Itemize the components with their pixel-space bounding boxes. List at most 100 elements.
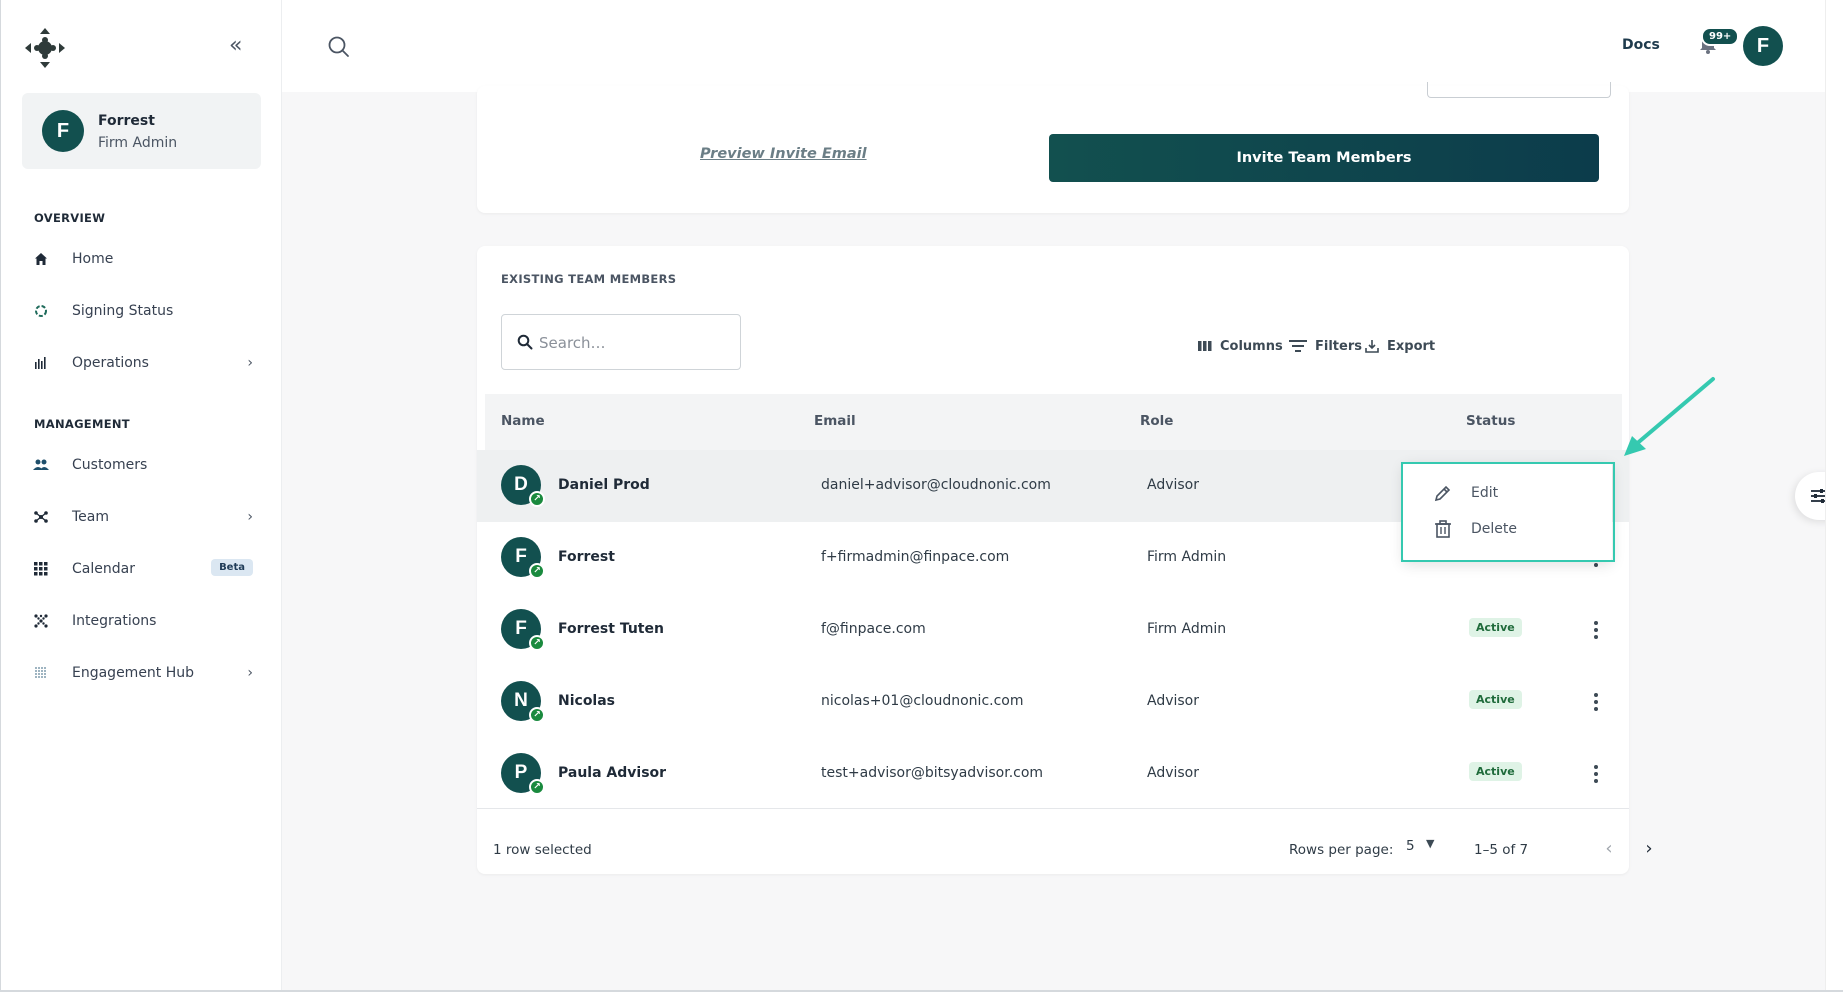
sidebar-item-home[interactable]: Home (31, 243, 253, 275)
table-row[interactable]: N ↗ Nicolas nicolas+01@cloudnonic.com Ad… (477, 666, 1629, 738)
operations-icon (31, 353, 51, 373)
caret-down-icon: ▼ (1426, 837, 1435, 850)
chevron-right-icon: › (1645, 837, 1653, 859)
app-logo[interactable] (23, 26, 67, 70)
column-header-role[interactable]: Role (1140, 413, 1173, 429)
sidebar-item-label: Team (72, 509, 110, 525)
table-header: Name Email Role Status (485, 394, 1622, 450)
engagement-hub-icon (31, 663, 51, 683)
search-icon[interactable] (327, 35, 351, 59)
external-link-icon: ↗ (529, 491, 545, 507)
annotation-highlight-box (1401, 462, 1615, 562)
rows-per-page-select[interactable]: 5 ▼ (1406, 837, 1442, 860)
columns-label: Columns (1220, 338, 1283, 354)
member-name: Forrest Tuten (558, 621, 664, 637)
rows-per-page-value: 5 (1406, 838, 1415, 854)
sidebar-item-team[interactable]: Team › (31, 501, 253, 533)
scrollbar[interactable] (1825, 0, 1843, 992)
column-header-name[interactable]: Name (501, 413, 545, 429)
rows-selected-text: 1 row selected (493, 842, 592, 858)
chevron-right-icon: › (247, 355, 253, 371)
member-email: test+advisor@bitsyadvisor.com (821, 765, 1044, 781)
sidebar-item-calendar[interactable]: Calendar Beta (31, 553, 253, 585)
rows-per-page-label: Rows per page: (1289, 842, 1394, 858)
filters-label: Filters (1315, 338, 1362, 354)
export-icon (1365, 340, 1379, 353)
table-search (501, 314, 741, 370)
member-name: Daniel Prod (558, 477, 650, 493)
sidebar-item-label: Calendar (72, 561, 135, 577)
table-footer-divider (477, 808, 1629, 809)
user-name: Forrest (98, 113, 155, 129)
sidebar-item-label: Integrations (72, 613, 157, 629)
status-badge: Active (1469, 762, 1522, 781)
member-name: Nicolas (558, 693, 616, 709)
chevron-right-icon: › (247, 665, 253, 681)
user-role: Firm Admin (98, 135, 178, 151)
sidebar: « F Forrest Firm Admin OVERVIEW Home Sig… (0, 0, 282, 992)
section-management: MANAGEMENT (34, 417, 130, 431)
search-input[interactable] (539, 331, 729, 355)
integrations-icon (31, 611, 51, 631)
chevron-left-icon: ‹ (1605, 837, 1613, 859)
annotation-arrow-icon (1624, 377, 1715, 456)
member-name: Paula Advisor (558, 765, 667, 781)
docs-link[interactable]: Docs (1622, 37, 1660, 53)
member-name: Forrest (558, 549, 615, 565)
column-header-status[interactable]: Status (1466, 413, 1515, 429)
sidebar-item-customers[interactable]: Customers (31, 449, 253, 481)
table-row[interactable]: P ↗ Paula Advisor test+advisor@bitsyadvi… (477, 738, 1629, 810)
more-vertical-icon[interactable] (1588, 618, 1604, 642)
team-icon (31, 507, 51, 527)
app-window: « F Forrest Firm Admin OVERVIEW Home Sig… (0, 0, 1843, 992)
sidebar-item-integrations[interactable]: Integrations (31, 605, 253, 637)
notification-count-badge: 99+ (1701, 27, 1740, 46)
customers-icon (31, 455, 51, 475)
member-role: Advisor (1147, 477, 1200, 493)
previous-page-button[interactable]: ‹ (1595, 834, 1623, 862)
member-email: nicolas+01@cloudnonic.com (821, 693, 1024, 709)
member-email: f@finpace.com (821, 621, 926, 637)
invite-team-members-button[interactable]: Invite Team Members (1049, 134, 1599, 182)
preview-invite-email-link[interactable]: Preview Invite Email (700, 146, 867, 162)
member-role: Advisor (1147, 693, 1200, 709)
collapse-sidebar-icon[interactable]: « (229, 35, 253, 57)
more-vertical-icon[interactable] (1588, 690, 1604, 714)
more-vertical-icon[interactable] (1588, 762, 1604, 786)
signing-status-icon (31, 301, 51, 321)
member-email: daniel+advisor@cloudnonic.com (821, 477, 1051, 493)
user-avatar: F (42, 110, 84, 152)
top-header: Docs 99+ F (282, 0, 1825, 92)
sidebar-item-label: Customers (72, 457, 148, 473)
external-link-icon: ↗ (529, 707, 545, 723)
beta-badge: Beta (211, 559, 253, 576)
pagination-range: 1–5 of 7 (1474, 842, 1529, 858)
sidebar-item-label: Operations (72, 355, 149, 371)
home-icon (31, 249, 51, 269)
column-header-email[interactable]: Email (814, 413, 856, 429)
calendar-icon (31, 559, 51, 579)
sidebar-item-operations[interactable]: Operations › (31, 347, 253, 379)
sidebar-item-signing-status[interactable]: Signing Status (31, 295, 253, 327)
member-email: f+firmadmin@finpace.com (821, 549, 1010, 565)
filter-icon (1289, 340, 1307, 352)
user-card[interactable]: F Forrest Firm Admin (22, 93, 261, 169)
export-button[interactable]: Export (1365, 336, 1435, 356)
invite-card: Preview Invite Email Invite Team Members (477, 82, 1629, 213)
external-link-icon: ↗ (529, 635, 545, 651)
section-overview: OVERVIEW (34, 211, 106, 225)
sidebar-item-label: Signing Status (72, 303, 174, 319)
export-label: Export (1387, 338, 1436, 354)
sidebar-item-engagement-hub[interactable]: Engagement Hub › (31, 657, 253, 689)
filters-button[interactable]: Filters (1289, 336, 1362, 356)
status-badge: Active (1469, 690, 1522, 709)
member-role: Advisor (1147, 765, 1200, 781)
member-role: Firm Admin (1147, 621, 1227, 637)
header-avatar[interactable]: F (1743, 26, 1783, 66)
columns-button[interactable]: Columns (1198, 336, 1283, 356)
sidebar-item-label: Home (72, 251, 114, 267)
table-row[interactable]: F ↗ Forrest Tuten f@finpace.com Firm Adm… (477, 594, 1629, 666)
partial-button[interactable] (1427, 82, 1611, 98)
next-page-button[interactable]: › (1635, 834, 1663, 862)
external-link-icon: ↗ (529, 779, 545, 795)
